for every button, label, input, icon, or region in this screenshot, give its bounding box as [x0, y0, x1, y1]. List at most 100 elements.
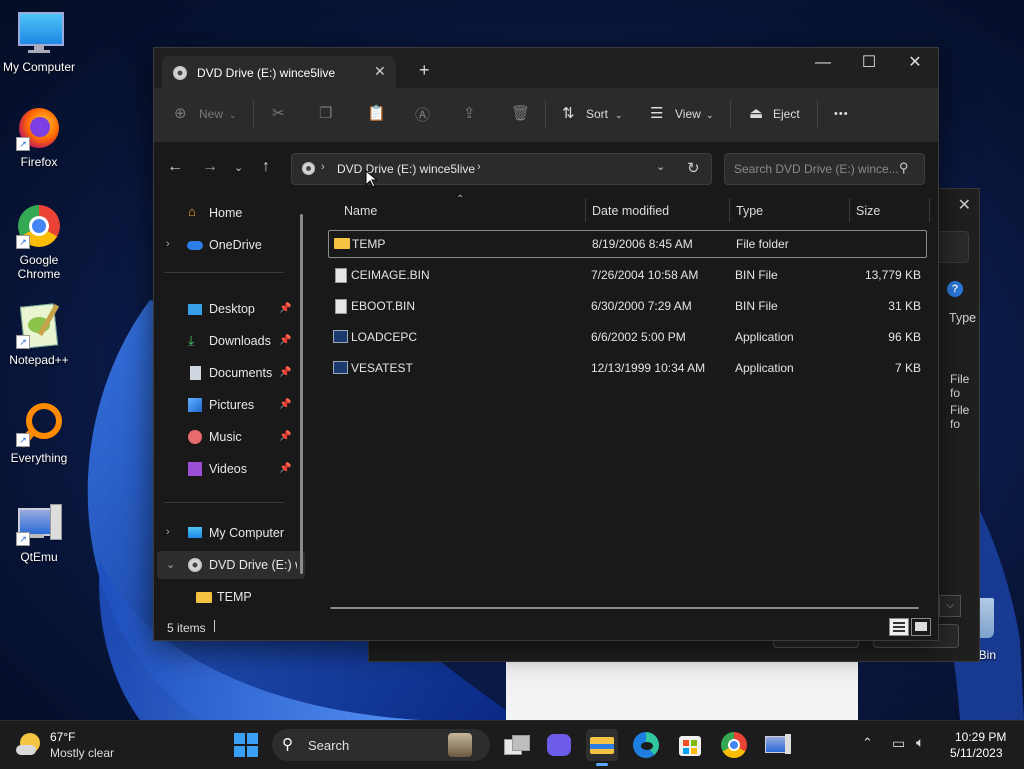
qtemu-icon: ↗ — [16, 500, 62, 546]
task-view-icon[interactable] — [500, 729, 532, 761]
title-bar[interactable]: DVD Drive (E:) wince5live ✕ + — ☐ ✕ — [154, 48, 938, 89]
column-divider[interactable] — [929, 198, 930, 222]
details-view-icon[interactable] — [889, 618, 909, 636]
chevron-down-icon[interactable]: ⌄ — [166, 558, 175, 571]
sidebar-item-onedrive[interactable]: › OneDrive — [154, 231, 302, 259]
desktop-icon-chrome[interactable]: ↗ Google Chrome — [0, 203, 78, 281]
sort-button[interactable]: Sort — [586, 107, 608, 121]
sidebar-item-pictures[interactable]: Pictures 📌 — [154, 391, 302, 419]
rename-icon[interactable]: Ⓐ — [415, 104, 430, 125]
sidebar-item-music[interactable]: Music 📌 — [154, 423, 302, 451]
up-icon[interactable]: ↑ — [262, 158, 270, 176]
column-divider[interactable] — [729, 198, 730, 222]
desktop-icon-everything[interactable]: ↗ Everything — [0, 401, 78, 465]
new-button[interactable]: New — [199, 107, 223, 121]
start-windows-icon[interactable] — [230, 729, 262, 761]
file-explorer-taskbar-icon[interactable] — [586, 729, 618, 766]
maximize-icon[interactable]: ☐ — [846, 48, 892, 80]
copy-icon[interactable]: ❐ — [319, 104, 332, 122]
chevron-right-icon[interactable]: › — [166, 238, 170, 250]
file-row-vesatest[interactable]: VESATEST 12/13/1999 10:34 AM Application… — [328, 355, 925, 381]
breadcrumb-item[interactable]: DVD Drive (E:) wince5live — [337, 162, 475, 176]
search-input[interactable]: Search DVD Drive (E:) wince... — [734, 162, 899, 176]
taskbar-search[interactable]: ⚲ Search — [272, 729, 490, 761]
close-icon[interactable]: ✕ — [958, 195, 971, 215]
tiles-view-icon[interactable] — [911, 618, 931, 636]
column-header-type[interactable]: Type — [949, 311, 976, 325]
music-icon — [188, 430, 202, 444]
chevron-right-icon[interactable]: › — [166, 526, 170, 538]
search-box[interactable]: Search DVD Drive (E:) wince... ⚲ — [724, 153, 925, 185]
eject-button[interactable]: Eject — [773, 107, 800, 121]
desktop-icon-qtemu[interactable]: ↗ QtEmu — [0, 500, 78, 564]
recent-locations-icon[interactable]: ⌄ — [234, 161, 243, 174]
chat-icon[interactable] — [543, 729, 575, 761]
column-header-size[interactable]: Size — [856, 204, 880, 218]
breadcrumb-chevron-icon[interactable]: › — [477, 161, 481, 173]
clock-time[interactable]: 10:29 PM — [955, 730, 1006, 744]
address-bar[interactable]: › DVD Drive (E:) wince5live › ⌄ ↻ — [291, 153, 712, 185]
column-header-date[interactable]: Date modified — [592, 204, 669, 218]
file-row-eboot[interactable]: EBOOT.BIN 6/30/2000 7:29 AM BIN File 31 … — [328, 293, 925, 319]
sidebar-item-desktop[interactable]: Desktop 📌 — [154, 295, 302, 323]
weather-desc[interactable]: Mostly clear — [50, 746, 114, 760]
back-icon[interactable]: ← — [167, 158, 183, 176]
sidebar-item-documents[interactable]: Documents 📌 — [154, 359, 302, 387]
network-icon[interactable]: ▭ — [892, 735, 905, 752]
chevron-down-icon[interactable]: ⌄ — [656, 160, 665, 173]
column-header-type[interactable]: Type — [736, 204, 763, 218]
desktop-icon-firefox[interactable]: ↗ Firefox — [0, 105, 78, 169]
pin-icon[interactable]: 📌 — [279, 463, 291, 474]
file-explorer-window[interactable]: DVD Drive (E:) wince5live ✕ + — ☐ ✕ ⊕ Ne… — [153, 47, 939, 641]
sidebar-item-my-computer[interactable]: › My Computer — [154, 519, 302, 547]
search-icon[interactable] — [937, 231, 969, 263]
more-options-button[interactable]: ••• — [834, 108, 849, 120]
sidebar-item-home[interactable]: ⌂ Home — [154, 199, 302, 227]
chevron-down-icon[interactable]: ⌵ — [939, 595, 961, 617]
view-button[interactable]: View — [675, 107, 701, 121]
paste-icon[interactable]: 📋 — [367, 104, 386, 122]
qtemu-taskbar-icon[interactable] — [762, 729, 794, 761]
sidebar-item-videos[interactable]: Videos 📌 — [154, 455, 302, 483]
pin-icon[interactable]: 📌 — [279, 431, 291, 442]
minimize-icon[interactable]: — — [800, 48, 846, 80]
clock-date[interactable]: 5/11/2023 — [950, 746, 1003, 760]
column-header-name[interactable]: Name — [344, 204, 377, 218]
new-tab-icon[interactable]: + — [419, 60, 430, 81]
file-row-ceimage[interactable]: CEIMAGE.BIN 7/26/2004 10:58 AM BIN File … — [328, 262, 925, 288]
volume-icon[interactable]: 🔈︎ — [916, 734, 924, 751]
horizontal-scrollbar[interactable] — [330, 607, 919, 609]
refresh-icon[interactable]: ↻ — [687, 159, 700, 177]
weather-temp[interactable]: 67°F — [50, 730, 75, 744]
edge-icon[interactable] — [630, 729, 662, 761]
pin-icon[interactable]: 📌 — [279, 335, 291, 346]
file-row-loadcepc[interactable]: LOADCEPC 6/6/2002 5:00 PM Application 96… — [328, 324, 925, 350]
column-divider[interactable] — [849, 198, 850, 222]
close-window-icon[interactable]: ✕ — [892, 48, 938, 80]
share-icon[interactable]: ⇪ — [463, 104, 476, 122]
sidebar-item-temp[interactable]: TEMP — [154, 583, 302, 611]
search-icon[interactable]: ⚲ — [899, 160, 909, 176]
delete-icon[interactable]: 🗑 — [511, 104, 530, 122]
tab-dvd-drive[interactable]: DVD Drive (E:) wince5live ✕ — [162, 56, 396, 89]
pin-icon[interactable]: 📌 — [279, 303, 291, 314]
sidebar-scrollbar[interactable] — [300, 214, 303, 574]
pin-icon[interactable]: 📌 — [279, 399, 291, 410]
help-icon[interactable]: ? — [947, 281, 963, 297]
pin-icon[interactable]: 📌 — [279, 367, 291, 378]
sidebar-item-downloads[interactable]: ⤓ Downloads 📌 — [154, 327, 302, 355]
cut-icon[interactable]: ✂ — [272, 104, 285, 122]
chrome-icon[interactable] — [718, 729, 750, 761]
picture-icon — [188, 398, 202, 412]
column-divider[interactable] — [585, 198, 586, 222]
sidebar-item-label: OneDrive — [209, 238, 262, 252]
store-icon[interactable] — [674, 729, 706, 761]
file-row-temp[interactable]: TEMP 8/19/2006 8:45 AM File folder — [328, 230, 927, 258]
desktop-icon-notepadpp[interactable]: ↗ Notepad++ — [0, 303, 78, 367]
close-tab-icon[interactable]: ✕ — [374, 63, 386, 80]
forward-icon[interactable]: → — [202, 158, 218, 176]
desktop-icon-my-computer[interactable]: My Computer — [0, 10, 78, 74]
sidebar-item-dvd-drive[interactable]: ⌄ DVD Drive (E:) w — [157, 551, 305, 579]
chevron-up-icon[interactable]: ⌃ — [862, 735, 873, 751]
weather-moon-icon[interactable] — [16, 731, 44, 759]
